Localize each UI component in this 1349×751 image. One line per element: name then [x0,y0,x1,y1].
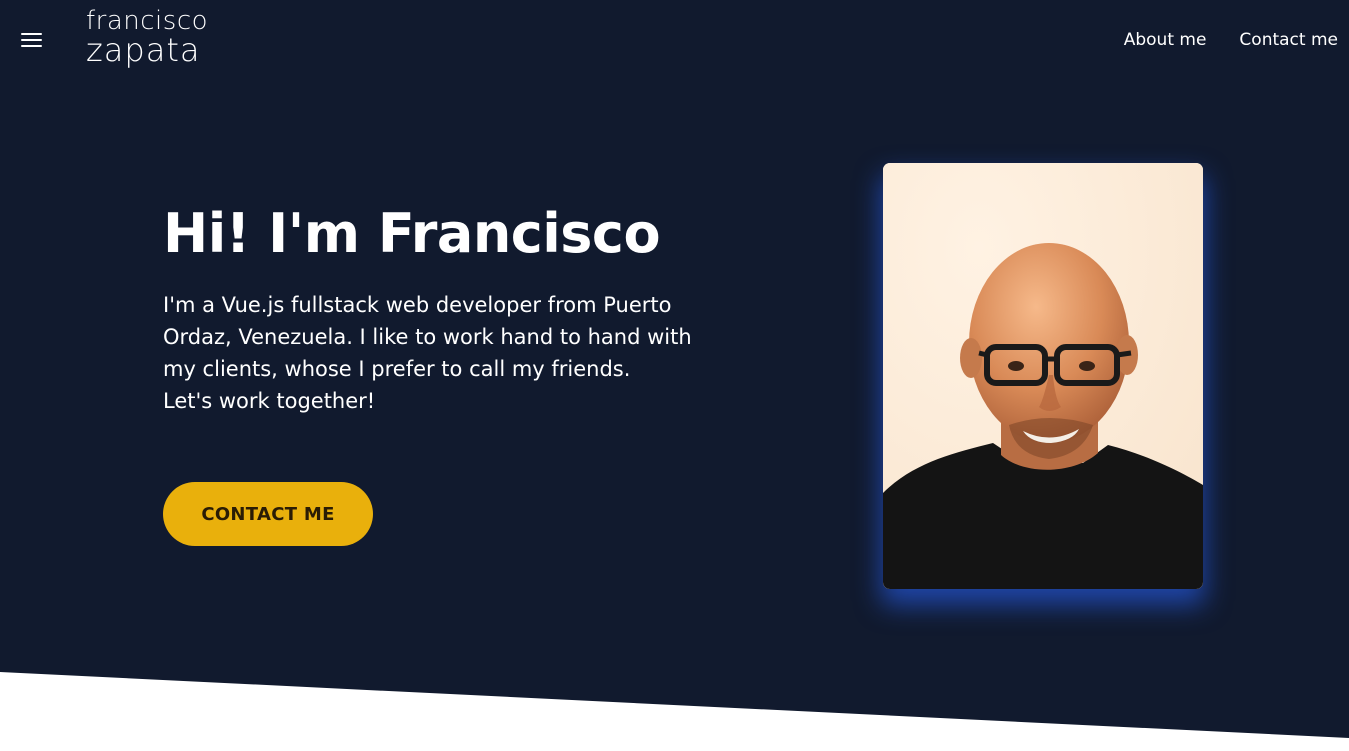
hero-description: I'm a Vue.js fullstack web developer fro… [163,289,723,417]
hero-title: Hi! I'm Francisco [163,202,661,265]
page: francisco zapata About me Contact me Hi!… [0,0,1349,751]
hero-description-line: Ordaz, Venezuela. I like to work hand to… [163,325,692,349]
site-logo[interactable]: francisco zapata [86,8,226,72]
profile-photo-illustration [883,163,1203,589]
logo-line-last-name: zapata [86,31,201,69]
contact-me-button[interactable]: CONTACT ME [163,482,373,546]
hamburger-icon[interactable] [20,30,44,50]
main-nav: About me Contact me [1124,30,1338,50]
hero-description-line: my clients, whose I prefer to call my fr… [163,357,631,381]
nav-link-contact[interactable]: Contact me [1239,30,1338,50]
hero-description-line: Let's work together! [163,389,376,413]
nav-link-about[interactable]: About me [1124,30,1207,50]
profile-photo [883,163,1203,589]
hero-description-line: I'm a Vue.js fullstack web developer fro… [163,293,672,317]
site-header: francisco zapata About me Contact me [0,0,1349,80]
section-divider [0,672,1349,751]
